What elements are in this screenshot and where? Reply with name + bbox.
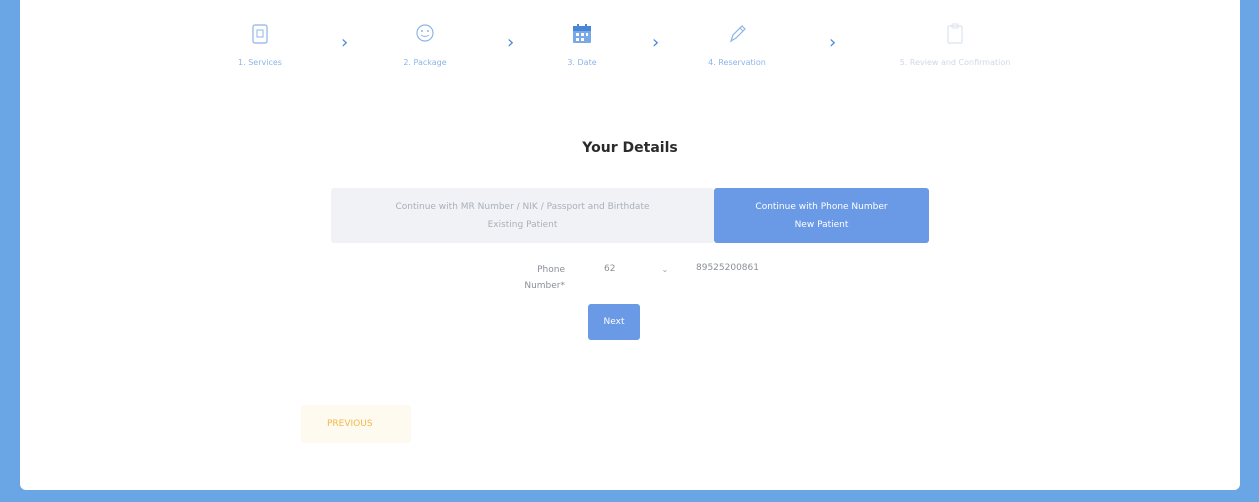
face-icon <box>416 24 434 42</box>
step-label: 4. Reservation <box>708 58 766 67</box>
step-date[interactable]: 3. Date <box>517 22 647 67</box>
option-line1: Continue with Phone Number <box>755 201 888 212</box>
country-code-select[interactable]: 62 ⌄ <box>598 260 698 278</box>
chevron-down-icon: ⌄ <box>661 264 669 274</box>
chevron-right-icon: › <box>507 32 515 53</box>
chevron-right-icon: › <box>341 32 349 53</box>
document-icon <box>252 24 268 44</box>
step-label: 5. Review and Confirmation <box>899 58 1011 67</box>
option-line1: Continue with MR Number / NIK / Passport… <box>395 201 650 212</box>
calendar-icon <box>573 24 591 43</box>
option-line2: Existing Patient <box>487 219 558 230</box>
clipboard-icon <box>947 23 963 44</box>
new-patient-option[interactable]: Continue with Phone Number New Patient <box>714 188 929 243</box>
phone-label-line1: Phone <box>537 265 565 275</box>
phone-number-label: Phone Number* <box>490 262 565 294</box>
option-line2: New Patient <box>794 219 849 230</box>
step-reservation[interactable]: 4. Reservation <box>672 22 802 67</box>
pencil-icon <box>729 25 746 43</box>
phone-number-input[interactable] <box>690 258 852 278</box>
chevron-right-icon: › <box>829 32 837 53</box>
step-services[interactable]: 1. Services <box>195 22 325 67</box>
step-review-confirmation[interactable]: 5. Review and Confirmation <box>880 22 1030 67</box>
country-code-value: 62 <box>604 264 616 274</box>
step-label: 2. Package <box>403 58 447 67</box>
step-label: 1. Services <box>238 58 282 67</box>
step-label: 3. Date <box>567 58 597 67</box>
section-title: Your Details <box>582 140 678 156</box>
previous-button[interactable]: PREVIOUS <box>301 405 411 443</box>
phone-label-line2: Number* <box>524 281 565 291</box>
step-package[interactable]: 2. Package <box>360 22 490 67</box>
next-button[interactable]: Next <box>588 304 640 340</box>
booking-card: 1. Services › 2. Package › 3. Date › 4. … <box>20 0 1240 490</box>
chevron-right-icon: › <box>652 32 660 53</box>
existing-patient-option[interactable]: Continue with MR Number / NIK / Passport… <box>331 188 714 243</box>
